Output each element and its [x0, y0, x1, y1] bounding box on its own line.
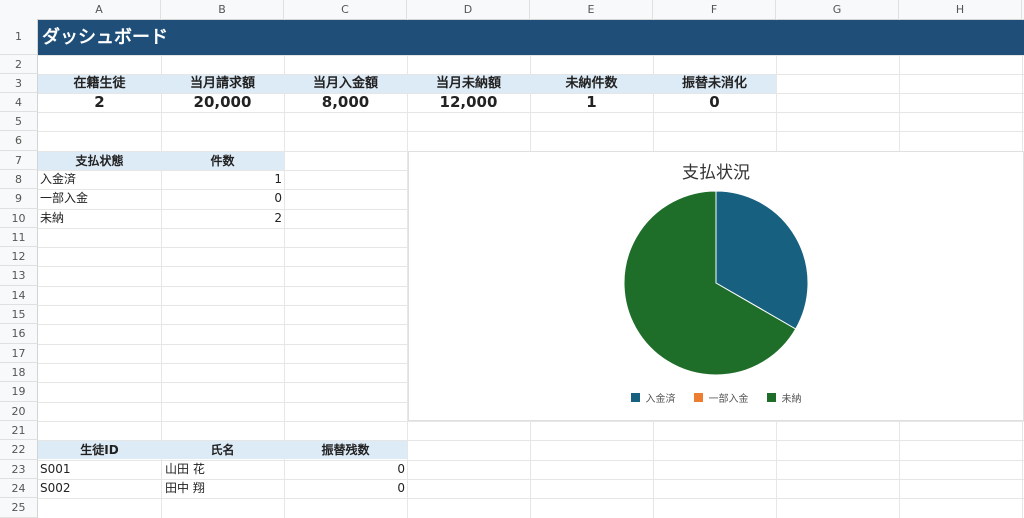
row-header[interactable]: 5	[0, 112, 38, 131]
status-count: 1	[274, 172, 282, 186]
row-header[interactable]: 21	[0, 421, 38, 440]
student-name: 山田 花	[165, 462, 205, 476]
row-header[interactable]: 10	[0, 209, 38, 228]
legend-label: 未納	[781, 394, 802, 405]
grid-line	[38, 421, 1024, 422]
row-header[interactable]: 12	[0, 247, 38, 266]
remaining-count: 0	[397, 481, 405, 495]
legend-item[interactable]: 一部入金	[693, 390, 749, 405]
row-header[interactable]: 3	[0, 74, 38, 93]
column-header[interactable]: G	[776, 0, 899, 19]
row-header[interactable]: 16	[0, 324, 38, 344]
row-header[interactable]: 13	[0, 266, 38, 286]
student-name: 田中 翔	[165, 481, 205, 495]
count-header: 件数	[161, 152, 284, 170]
kpi-value: 12,000	[439, 93, 498, 111]
row-header[interactable]: 23	[0, 460, 38, 479]
status-count: 0	[274, 191, 282, 205]
legend-item[interactable]: 入金済	[630, 390, 676, 405]
kpi-value: 1	[586, 93, 597, 111]
kpi-value: 0	[709, 93, 720, 111]
column-header[interactable]: C	[284, 0, 407, 19]
row-header[interactable]: 18	[0, 363, 38, 382]
spreadsheet: ABCDEFGH 1 2 3 4 5 6 7 8 9 10 11 12 13 14 15 16 17 18 19 20…	[0, 0, 1024, 518]
kpi-value: 2	[94, 93, 105, 111]
row-header[interactable]: 11	[0, 228, 38, 247]
row-header[interactable]: 24	[0, 479, 38, 498]
remaining-count: 0	[397, 462, 405, 476]
row-header[interactable]: 6	[0, 131, 38, 151]
row-header[interactable]: 2	[0, 55, 38, 74]
row-header[interactable]: 20	[0, 402, 38, 421]
row-header[interactable]: 9	[0, 189, 38, 209]
row-header[interactable]: 14	[0, 286, 38, 305]
student-id-header: 生徒ID	[38, 441, 161, 459]
column-header[interactable]: H	[899, 0, 1022, 19]
legend-swatch	[766, 393, 776, 402]
kpi-label: 当月請求額	[161, 75, 284, 93]
kpi-label: 当月入金額	[284, 75, 407, 93]
row-header[interactable]: 8	[0, 170, 38, 189]
kpi-value: 8,000	[321, 93, 370, 111]
column-header[interactable]: B	[161, 0, 284, 19]
status-label: 一部入金	[40, 191, 89, 205]
row-header[interactable]: 22	[0, 440, 38, 460]
column-header[interactable]: F	[653, 0, 776, 19]
legend-swatch	[693, 393, 703, 402]
chart-legend: 入金済 一部入金 未納	[409, 390, 1023, 405]
legend-label: 一部入金	[708, 394, 749, 405]
row-header[interactable]: 17	[0, 344, 38, 363]
row-header[interactable]: 1	[0, 19, 38, 55]
status-label: 入金済	[40, 172, 77, 186]
column-header[interactable]: A	[38, 0, 161, 19]
student-id: S001	[40, 462, 71, 476]
column-headers: ABCDEFGH	[0, 0, 1024, 20]
kpi-label: 在籍生徒	[38, 75, 161, 93]
status-label: 未納	[40, 211, 65, 225]
dashboard-title: ダッシュボード	[38, 20, 1024, 55]
kpi-label: 振替未消化	[653, 75, 776, 93]
column-header[interactable]: D	[407, 0, 530, 19]
legend-swatch	[630, 393, 640, 402]
student-name-header: 氏名	[161, 441, 284, 459]
grid-line	[38, 131, 1024, 132]
row-header[interactable]: 4	[0, 93, 38, 112]
status-header: 支払状態	[38, 152, 161, 170]
row-header[interactable]: 19	[0, 382, 38, 402]
kpi-label: 当月未納額	[407, 75, 530, 93]
grid-line	[38, 498, 1024, 499]
column-header[interactable]: E	[530, 0, 653, 19]
row-header[interactable]: 7	[0, 151, 38, 170]
remaining-header: 振替残数	[284, 441, 407, 459]
student-id: S002	[40, 481, 71, 495]
row-header[interactable]: 15	[0, 305, 38, 324]
grid-line	[38, 112, 1024, 113]
kpi-label: 未納件数	[530, 75, 653, 93]
row-header[interactable]: 25	[0, 498, 38, 518]
legend-label: 入金済	[645, 394, 676, 405]
payment-status-chart[interactable]: 支払状況 入金済 一部入金 未納	[408, 151, 1024, 421]
kpi-value: 20,000	[193, 93, 252, 111]
status-count: 2	[274, 211, 282, 225]
legend-item[interactable]: 未納	[766, 390, 802, 405]
grid-line	[38, 55, 1024, 56]
pie-chart	[623, 190, 809, 376]
